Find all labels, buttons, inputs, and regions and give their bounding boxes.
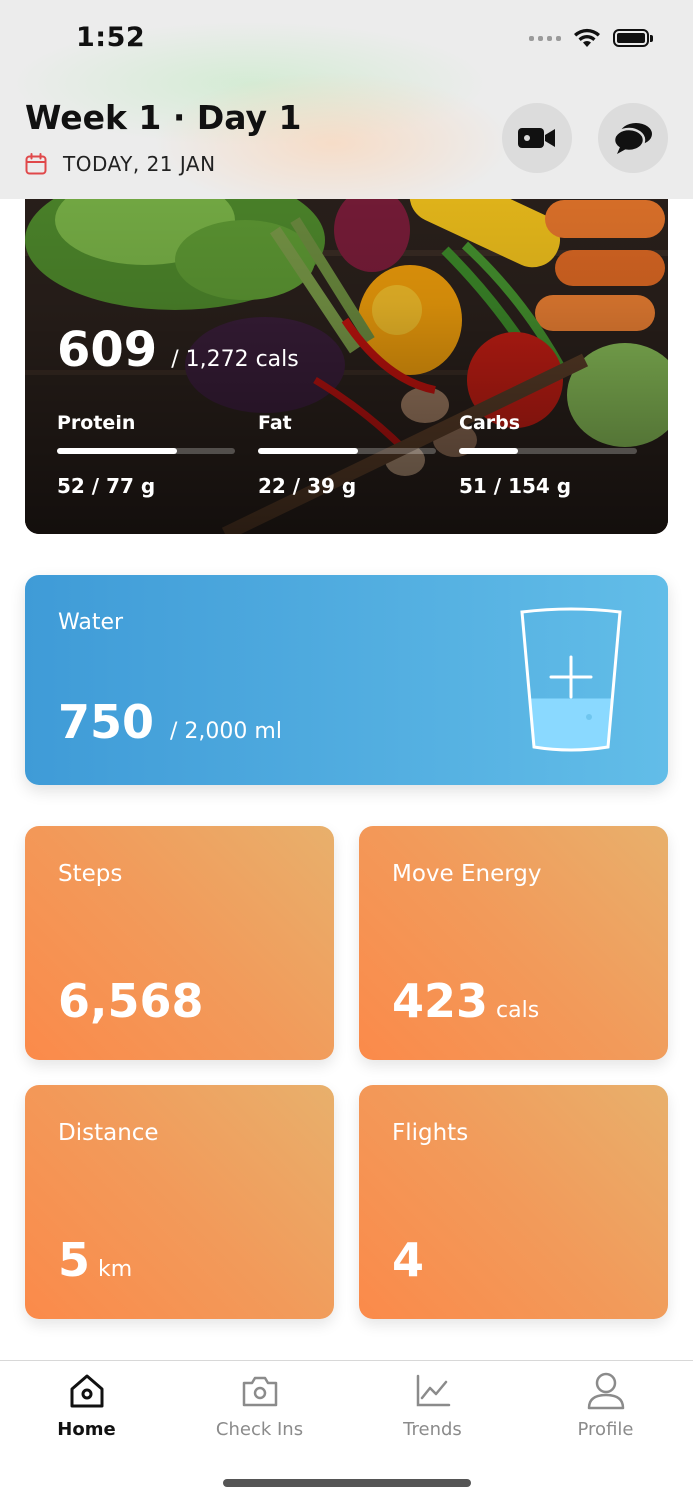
tab-label: Check Ins — [215, 1419, 304, 1440]
water-goal: / 2,000 ml — [170, 719, 282, 744]
macro-progress-bar — [459, 448, 518, 454]
move-energy-unit: cals — [496, 998, 540, 1023]
macro-progress-bar — [57, 448, 178, 454]
tab-home[interactable]: Home — [0, 1369, 173, 1440]
tab-label: Home — [57, 1419, 116, 1440]
macro-carbs: Carbs 51 / 154 g — [459, 412, 637, 498]
distance-value-row: 5 km — [58, 1233, 132, 1287]
tab-label: Profile — [577, 1419, 634, 1440]
move-energy-card[interactable]: Move Energy 423 cals — [359, 826, 668, 1060]
page-header: Week 1 · Day 1 TODAY, 21 JAN — [0, 80, 693, 199]
flights-value-row: 4 — [392, 1233, 424, 1287]
macro-label: Protein — [57, 412, 136, 434]
macro-label: Fat — [258, 412, 292, 434]
tab-profile[interactable]: Profile — [519, 1369, 692, 1440]
steps-value-row: 6,568 — [58, 974, 204, 1028]
home-indicator — [223, 1479, 471, 1487]
nutrition-card[interactable]: 609 / 1,272 cals Protein 52 / 77 g Fat 2… — [25, 150, 668, 534]
calories-summary: 609 / 1,272 cals — [57, 322, 299, 378]
distance-card[interactable]: Distance 5 km — [25, 1085, 334, 1319]
move-energy-value: 423 — [392, 974, 489, 1028]
water-value: 750 — [58, 695, 155, 749]
tab-check-ins[interactable]: Check Ins — [173, 1369, 346, 1440]
status-time: 1:52 — [76, 22, 146, 53]
battery-icon — [613, 29, 653, 47]
macro-protein: Protein 52 / 77 g — [57, 412, 235, 498]
steps-card[interactable]: Steps 6,568 — [25, 826, 334, 1060]
camera-icon — [242, 1376, 277, 1407]
macro-fat: Fat 22 / 39 g — [258, 412, 436, 498]
steps-value: 6,568 — [58, 974, 204, 1028]
macro-label: Carbs — [459, 412, 521, 434]
tab-label: Trends — [403, 1419, 462, 1440]
calories-consumed: 609 — [57, 322, 158, 378]
steps-label: Steps — [58, 861, 123, 887]
macro-value: 22 / 39 g — [258, 474, 357, 498]
water-value-row: 750 / 2,000 ml — [58, 695, 282, 749]
distance-label: Distance — [58, 1120, 159, 1146]
flights-value: 4 — [392, 1233, 425, 1287]
calories-goal: / 1,272 cals — [171, 347, 299, 372]
macro-progress-track — [57, 448, 235, 454]
trend-chart-icon — [416, 1374, 450, 1407]
wifi-icon — [574, 28, 600, 47]
page-title: Week 1 · Day 1 — [25, 98, 302, 137]
flights-label: Flights — [392, 1120, 469, 1146]
distance-value: 5 — [58, 1233, 91, 1287]
macro-value: 52 / 77 g — [57, 474, 156, 498]
date-label: TODAY, 21 JAN — [63, 152, 216, 176]
home-icon — [70, 1374, 103, 1408]
chat-bubbles-icon — [612, 123, 652, 154]
flights-card[interactable]: Flights 4 — [359, 1085, 668, 1319]
date-row[interactable]: TODAY, 21 JAN — [25, 152, 216, 176]
move-energy-label: Move Energy — [392, 861, 542, 887]
water-card[interactable]: Water 750 / 2,000 ml — [25, 575, 668, 785]
tab-trends[interactable]: Trends — [346, 1369, 519, 1440]
macro-progress-bar — [258, 448, 359, 454]
person-icon — [587, 1372, 624, 1410]
move-energy-value-row: 423 cals — [392, 974, 539, 1028]
video-call-button[interactable] — [502, 103, 572, 173]
water-label: Water — [58, 610, 124, 635]
calendar-icon — [25, 153, 47, 175]
status-icons — [529, 28, 653, 48]
chat-button[interactable] — [598, 103, 668, 173]
water-glass-plus-icon[interactable] — [519, 607, 623, 755]
cellular-signal-icon — [529, 35, 561, 41]
distance-unit: km — [98, 1257, 133, 1282]
macro-progress-track — [459, 448, 637, 454]
macro-value: 51 / 154 g — [459, 474, 572, 498]
video-camera-icon — [518, 128, 555, 148]
macro-progress-track — [258, 448, 436, 454]
status-bar: 1:52 — [0, 0, 693, 80]
